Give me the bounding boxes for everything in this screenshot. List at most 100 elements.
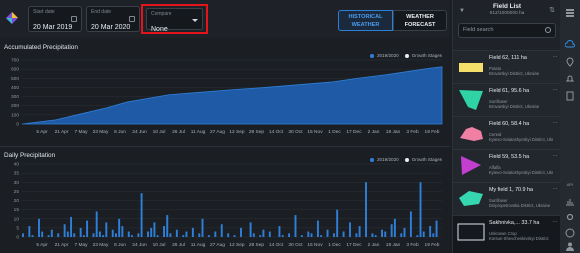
daily-bar [294, 215, 297, 237]
daily-bar [41, 231, 44, 237]
daily-bar [262, 229, 265, 237]
chart-icon[interactable] [565, 196, 575, 206]
daily-bar [166, 215, 169, 237]
daily-bar [156, 235, 159, 237]
x-tick-label: 23 May [93, 242, 109, 248]
historical-weather-toggle[interactable]: HISTORICAL WEATHER [338, 10, 393, 31]
compare-select[interactable]: Compare None [146, 8, 203, 33]
field-list-item[interactable]: Field 61, 95.6 ha Sunflower Brovarskyi D… [453, 83, 561, 116]
y-tick-label: 600 [11, 67, 19, 73]
daily-bar [332, 233, 335, 237]
x-tick-label: 7 May [74, 129, 88, 135]
x-tick-label: 21 Apr [55, 242, 69, 248]
daily-bar [342, 231, 345, 237]
x-tick-label: 5 Apr [36, 129, 48, 135]
daily-bar [70, 216, 73, 237]
x-tick-label: 18 Jan [386, 129, 401, 135]
field-list-item[interactable]: Field 60, 58.4 ha Cereal Kyievo-Sviatosh… [453, 116, 561, 149]
daily-bar [374, 235, 377, 237]
y-tick-label: 35 [14, 171, 20, 177]
daily-bar [50, 229, 53, 237]
bell-icon[interactable] [565, 74, 575, 84]
daily-bar [281, 235, 284, 237]
daily-bar [400, 233, 403, 237]
daily-bar [336, 209, 339, 237]
x-tick-label: 19 Feb [425, 242, 440, 248]
document-icon[interactable] [565, 91, 575, 101]
x-tick-label: 28 Sep [249, 242, 265, 248]
accumulated-title: Accumulated Precipitation [4, 44, 78, 51]
field-location: Korsun-Shevchenkivskyi District [489, 236, 549, 241]
daily-bar [278, 226, 281, 237]
x-tick-label: 1 Dec [328, 129, 341, 135]
daily-bar [249, 222, 252, 237]
end-date-field[interactable]: End date 20 Mar 2020 [86, 6, 140, 32]
more-options-icon[interactable]: ··· [553, 120, 558, 126]
sort-icon[interactable]: ⇅ [549, 6, 555, 14]
more-options-icon[interactable]: ··· [553, 219, 558, 225]
daily-bar [73, 233, 76, 237]
x-tick-label: 28 Sep [249, 129, 265, 135]
y-tick-label: 100 [11, 112, 19, 118]
start-date-value: 20 Mar 2019 [33, 24, 73, 31]
daily-bar [220, 224, 223, 237]
api-label[interactable]: API [562, 182, 578, 187]
weather-forecast-toggle[interactable]: WEATHER FORECAST [393, 10, 447, 31]
field-location: Kyievo-Sviatoshynskyi District, Ukraine [489, 170, 553, 175]
daily-bar [66, 231, 69, 237]
field-location: Kyievo-Sviatoshynskyi District, Ukraine [489, 137, 553, 142]
daily-bar [393, 218, 396, 237]
daily-bar [86, 220, 89, 237]
more-options-icon[interactable]: ··· [553, 54, 558, 60]
daily-bar [432, 233, 435, 237]
x-tick-label: 15 Nov [307, 242, 323, 248]
accumulated-chart: 0 100 200 300 400 500 600 700 5 Apr 21 Apr 7 May 23… [11, 58, 443, 135]
x-tick-label: 14 Oct [269, 242, 284, 248]
app-logo-icon[interactable] [4, 10, 20, 26]
x-tick-label: 10 Jul [153, 129, 166, 135]
x-tick-label: 8 Jun [114, 242, 126, 248]
daily-bar [105, 222, 108, 237]
stages-dot-icon [404, 53, 409, 58]
cloud-icon[interactable] [565, 40, 575, 50]
field-list-item[interactable]: Sakhnivka,... 33.7 ha Unknown Crop Korsu… [453, 215, 561, 253]
daily-bar [384, 231, 387, 237]
chevron-down-icon [192, 19, 198, 22]
daily-bar [38, 218, 40, 237]
x-tick-label: 2 Jan [368, 129, 380, 135]
menu-icon[interactable] [565, 8, 575, 18]
x-tick-label: 10 Jul [153, 242, 166, 248]
x-tick-label: 1 Dec [328, 242, 341, 248]
series-dot-icon [370, 53, 374, 58]
y-tick-label: 25 [14, 189, 20, 195]
field-list-item[interactable]: My field 1, 70.9 ha Sunflower Dnipropetr… [453, 182, 561, 215]
more-options-icon[interactable]: ··· [553, 153, 558, 159]
more-options-icon[interactable]: ··· [553, 87, 558, 93]
field-location: Brovarskyi District, Ukraine [489, 104, 540, 109]
location-pin-icon[interactable] [565, 57, 575, 67]
x-tick-label: 23 May [93, 129, 109, 135]
daily-bar [82, 235, 85, 237]
daily-bar [390, 224, 393, 237]
help-icon[interactable] [565, 228, 575, 238]
y-tick-label: 300 [11, 94, 19, 100]
y-tick-label: 10 [14, 216, 20, 222]
y-tick-label: 700 [11, 58, 19, 64]
field-name: Sakhnivka,... 33.7 ha [489, 220, 540, 226]
avatar-icon[interactable] [565, 241, 575, 251]
accumulated-area [21, 66, 443, 125]
daily-bar [147, 231, 149, 237]
daily-bar [185, 231, 188, 237]
right-icon-rail: API [560, 0, 580, 253]
start-date-field[interactable]: Start date 20 Mar 2019 [28, 6, 82, 32]
more-options-icon[interactable]: ··· [553, 186, 558, 192]
x-tick-label: 3 Feb [406, 242, 419, 248]
field-list-item[interactable]: Field 59, 53.5 ha Alfalfa Kyievo-Sviatos… [453, 149, 561, 182]
field-search-input[interactable]: Field search [458, 23, 556, 38]
end-date-value: 20 Mar 2020 [91, 24, 131, 31]
daily-bar [137, 233, 140, 237]
daily-bar [98, 231, 101, 237]
field-list-item[interactable]: Field 62, 111 ha Potato Brovarskyi Distr… [453, 50, 561, 83]
y-tick-label: 40 [14, 162, 20, 168]
gear-icon[interactable] [565, 212, 575, 222]
